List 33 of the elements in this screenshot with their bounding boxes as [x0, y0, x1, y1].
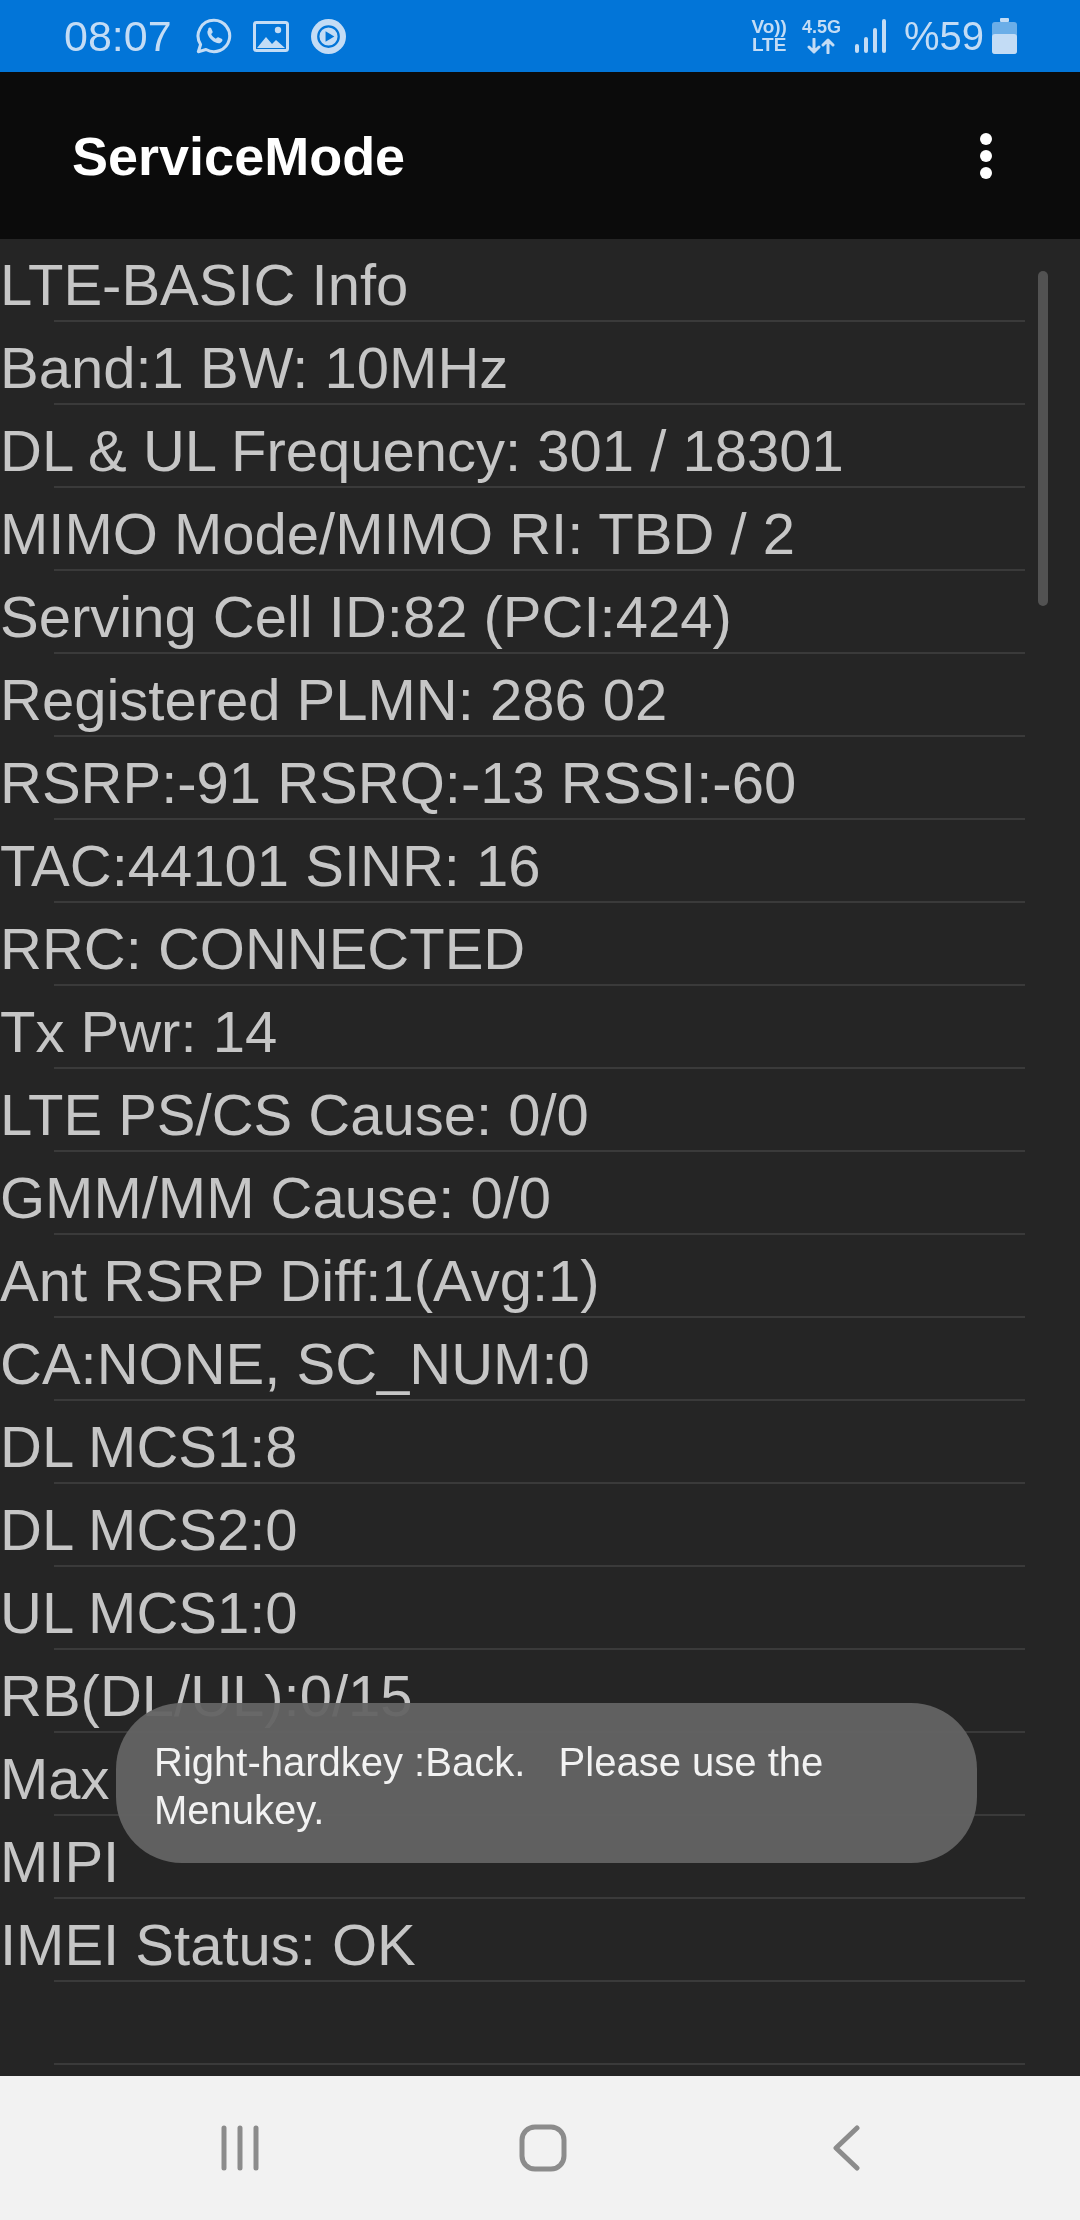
info-text: Serving Cell ID:82 (PCI:424)	[0, 583, 732, 651]
image-icon	[252, 20, 289, 52]
info-text: Tx Pwr: 14	[0, 998, 278, 1066]
play-circle-icon	[310, 18, 346, 54]
info-text: IMEI Status: OK	[0, 1911, 416, 1979]
back-icon[interactable]	[832, 2125, 860, 2171]
info-text: DL MCS2:0	[0, 1496, 298, 1564]
battery-icon	[992, 18, 1017, 54]
app-title: ServiceMode	[72, 124, 406, 188]
info-text: Band:1 BW: 10MHz	[0, 334, 509, 402]
info-text: MIMO Mode/MIMO RI: TBD / 2	[0, 500, 795, 568]
info-text: UL MCS1:0	[0, 1579, 298, 1647]
info-text: Max	[0, 1745, 110, 1813]
info-text: Registered PLMN: 286 02	[0, 666, 668, 734]
clock-text: 08:07	[64, 11, 172, 61]
info-text: RSRP:-91 RSRQ:-13 RSSI:-60	[0, 749, 797, 817]
battery-percent-text: %59	[903, 13, 984, 59]
info-text: DL & UL Frequency: 301 / 18301	[0, 417, 844, 485]
info-text: CA:NONE, SC_NUM:0	[0, 1330, 590, 1398]
signal-icon	[854, 19, 886, 53]
more-options-icon[interactable]	[979, 131, 993, 180]
info-text: GMM/MM Cause: 0/0	[0, 1164, 552, 1232]
home-icon[interactable]	[519, 2124, 567, 2172]
phone-bubble-icon	[194, 17, 233, 55]
network-type-text: 4.5G	[801, 18, 841, 36]
data-arrows-icon	[806, 38, 837, 54]
info-text: RRC: CONNECTED	[0, 915, 526, 983]
info-text: LTE-BASIC Info	[0, 251, 409, 319]
info-text: DL MCS1:8	[0, 1413, 298, 1481]
recent-apps-icon[interactable]	[220, 2125, 260, 2171]
info-text: LTE PS/CS Cause: 0/0	[0, 1081, 589, 1149]
info-text: TAC:44101 SINR: 16	[0, 832, 541, 900]
info-text: Ant RSRP Diff:1(Avg:1)	[0, 1247, 600, 1315]
